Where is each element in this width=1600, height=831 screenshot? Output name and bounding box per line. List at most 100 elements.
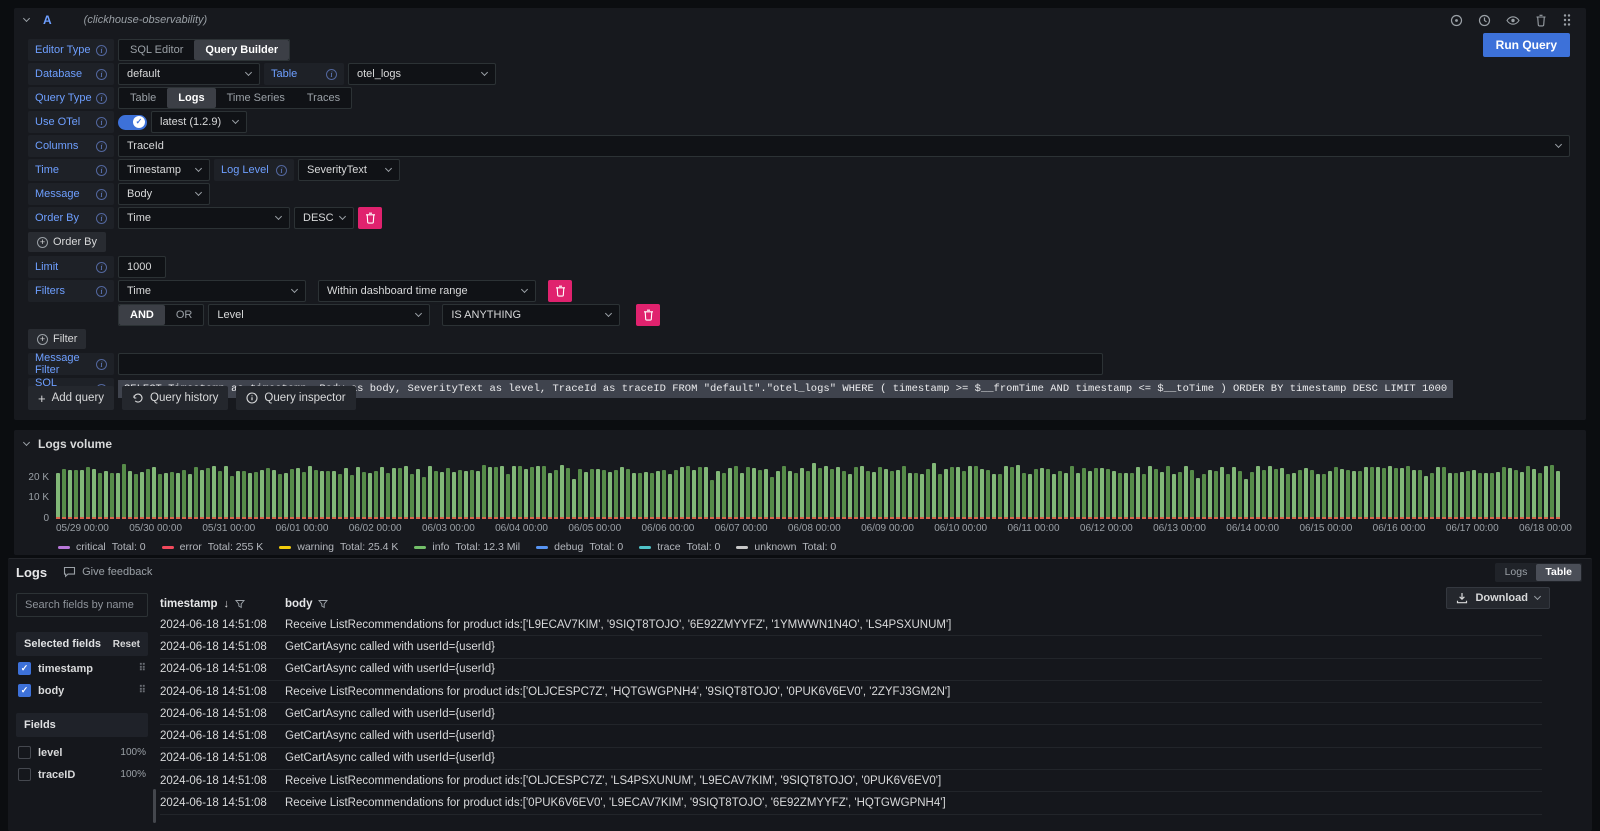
- table-select[interactable]: otel_logs: [348, 63, 496, 85]
- info-icon[interactable]: i: [96, 213, 107, 224]
- info-icon[interactable]: i: [96, 165, 107, 176]
- order-by-direction-select[interactable]: DESC: [294, 207, 354, 229]
- legend-item-critical[interactable]: criticalTotal: 0: [58, 541, 146, 553]
- volume-bar: [572, 479, 576, 519]
- unchecked-checkbox[interactable]: [18, 768, 31, 781]
- query-inspector-button[interactable]: Query inspector: [236, 386, 355, 410]
- message-filter-input[interactable]: [118, 353, 1103, 375]
- query-type-option-time-series[interactable]: Time Series: [216, 88, 296, 108]
- add-query-button[interactable]: +Add query: [28, 386, 114, 410]
- info-icon[interactable]: i: [96, 141, 107, 152]
- database-select[interactable]: default: [118, 63, 260, 85]
- volume-bar: [266, 468, 270, 519]
- run-query-button[interactable]: Run Query: [1483, 33, 1570, 57]
- selected-field-timestamp[interactable]: ✓timestamp⠿: [16, 659, 148, 678]
- log-table-row[interactable]: 2024-06-18 14:51:08Receive ListRecommend…: [160, 770, 1542, 792]
- filter-funnel-icon[interactable]: [318, 599, 328, 609]
- query-type-option-logs[interactable]: Logs: [167, 88, 215, 108]
- remove-filter-button[interactable]: [548, 280, 572, 302]
- legend-item-debug[interactable]: debugTotal: 0: [536, 541, 623, 553]
- drag-handle-icon[interactable]: ⠿: [139, 663, 146, 674]
- log-table-row[interactable]: 2024-06-18 14:51:08Receive ListRecommend…: [160, 681, 1542, 703]
- use-otel-toggle[interactable]: ✓: [118, 115, 147, 130]
- view-toggle-table[interactable]: Table: [1536, 564, 1581, 581]
- available-field-level[interactable]: level100%: [16, 743, 148, 762]
- delete-query-icon[interactable]: [1535, 14, 1547, 27]
- log-level-column-select[interactable]: SeverityText: [298, 159, 400, 181]
- info-icon[interactable]: i: [96, 93, 107, 104]
- info-icon[interactable]: i: [96, 45, 107, 56]
- log-table-row[interactable]: 2024-06-18 14:51:08GetCartAsync called w…: [160, 703, 1542, 725]
- legend-item-warning[interactable]: warningTotal: 25.4 K: [279, 541, 398, 553]
- legend-item-trace[interactable]: traceTotal: 0: [639, 541, 720, 553]
- log-table-row[interactable]: 2024-06-18 14:51:08Receive ListRecommend…: [160, 614, 1542, 636]
- download-button[interactable]: Download: [1446, 587, 1550, 609]
- reset-fields-button[interactable]: Reset: [113, 639, 140, 650]
- volume-bar: [140, 472, 144, 519]
- info-icon[interactable]: i: [96, 117, 107, 128]
- chevron-down-icon: [1555, 141, 1562, 148]
- order-by-field-select[interactable]: Time: [118, 207, 290, 229]
- log-table-row[interactable]: 2024-06-18 14:51:08GetCartAsync called w…: [160, 636, 1542, 658]
- filter-field-select[interactable]: Time: [118, 280, 306, 302]
- legend-item-error[interactable]: errorTotal: 255 K: [162, 541, 264, 553]
- search-fields-input[interactable]: [16, 593, 148, 617]
- available-field-traceID[interactable]: traceID100%: [16, 765, 148, 784]
- filter2-field-select[interactable]: Level: [208, 304, 430, 326]
- filter2-operator-select[interactable]: IS ANYTHING: [442, 304, 620, 326]
- hide-response-eye-icon[interactable]: [1506, 14, 1520, 27]
- editor-type-option-query-builder[interactable]: Query Builder: [194, 40, 289, 60]
- query-history-icon[interactable]: [1478, 14, 1491, 27]
- time-column-select[interactable]: Timestamp: [118, 159, 210, 181]
- logs-table: timestamp ↓ body 2024-06-18 14:51:08Rece…: [160, 593, 1542, 815]
- give-feedback-link[interactable]: Give feedback: [63, 566, 152, 578]
- volume-bar: [1214, 471, 1218, 519]
- add-order-by-button[interactable]: +Order By: [28, 232, 106, 252]
- otel-version-select[interactable]: latest (1.2.9): [151, 111, 247, 133]
- timestamp-column-header[interactable]: timestamp: [160, 598, 218, 610]
- log-table-row[interactable]: 2024-06-18 14:51:08GetCartAsync called w…: [160, 748, 1542, 770]
- filter-operator-select[interactable]: Within dashboard time range: [318, 280, 536, 302]
- log-level-label: Log Leveli: [214, 159, 294, 181]
- drag-handle-icon[interactable]: [1562, 13, 1572, 27]
- sort-desc-icon[interactable]: ↓: [224, 598, 230, 610]
- legend-item-unknown[interactable]: unknownTotal: 0: [736, 541, 836, 553]
- selected-field-body[interactable]: ✓body⠿: [16, 681, 148, 700]
- unchecked-checkbox[interactable]: [18, 746, 31, 759]
- info-icon[interactable]: i: [326, 69, 337, 80]
- legend-item-info[interactable]: infoTotal: 12.3 Mil: [414, 541, 520, 553]
- message-column-select[interactable]: Body: [118, 183, 210, 205]
- remove-order-by-button[interactable]: [358, 207, 382, 229]
- bool-operator-and[interactable]: AND: [119, 305, 165, 325]
- log-table-row[interactable]: 2024-06-18 14:51:08GetCartAsync called w…: [160, 725, 1542, 747]
- filter-funnel-icon[interactable]: [235, 599, 245, 609]
- columns-multiselect[interactable]: TraceId: [118, 135, 1570, 157]
- info-icon[interactable]: i: [276, 165, 287, 176]
- checked-checkbox[interactable]: ✓: [18, 684, 31, 697]
- query-row-header[interactable]: A (clickhouse-observability): [14, 8, 1586, 32]
- info-icon[interactable]: i: [96, 286, 107, 297]
- query-history-button[interactable]: Query history: [122, 386, 228, 410]
- legend-swatch: [639, 546, 651, 549]
- remove-filter2-button[interactable]: [636, 304, 660, 326]
- view-toggle-logs[interactable]: Logs: [1496, 564, 1537, 581]
- info-icon[interactable]: i: [96, 69, 107, 80]
- query-type-option-table[interactable]: Table: [119, 88, 167, 108]
- collapse-chevron-icon[interactable]: [23, 439, 30, 446]
- info-icon[interactable]: i: [96, 359, 107, 370]
- bool-operator-or[interactable]: OR: [165, 305, 204, 325]
- duplicate-query-icon[interactable]: [1450, 14, 1463, 27]
- collapse-chevron-icon[interactable]: [23, 15, 30, 22]
- sidebar-scrollbar[interactable]: [153, 789, 156, 823]
- drag-handle-icon[interactable]: ⠿: [139, 685, 146, 696]
- log-table-row[interactable]: 2024-06-18 14:51:08GetCartAsync called w…: [160, 659, 1542, 681]
- editor-type-option-sql-editor[interactable]: SQL Editor: [119, 40, 194, 60]
- limit-input[interactable]: 1000: [118, 256, 166, 278]
- checked-checkbox[interactable]: ✓: [18, 662, 31, 675]
- info-icon[interactable]: i: [96, 189, 107, 200]
- add-filter-button[interactable]: +Filter: [28, 329, 86, 349]
- query-type-option-traces[interactable]: Traces: [296, 88, 351, 108]
- log-table-row[interactable]: 2024-06-18 14:51:08Receive ListRecommend…: [160, 792, 1542, 814]
- body-column-header[interactable]: body: [285, 598, 312, 610]
- info-icon[interactable]: i: [96, 262, 107, 273]
